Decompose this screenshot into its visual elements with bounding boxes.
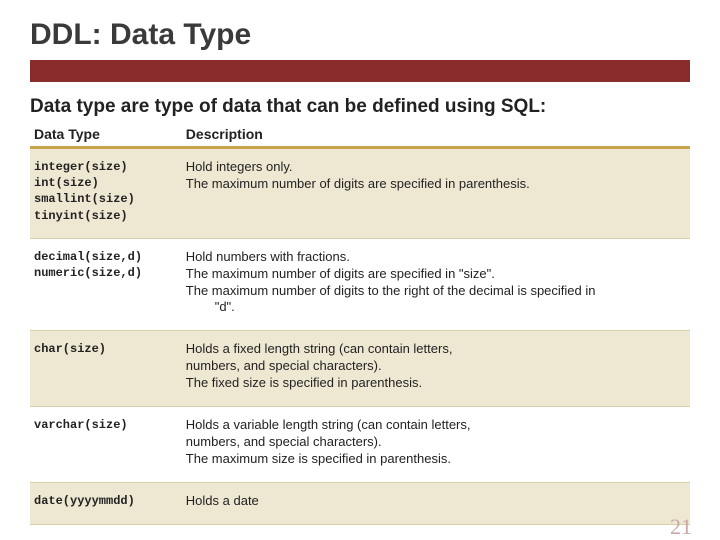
cell-type: integer(size) int(size) smallint(size) t… xyxy=(30,148,182,239)
table-row: varchar(size) Holds a variable length st… xyxy=(30,406,690,482)
page-number: 21 xyxy=(670,514,692,540)
table-header-desc: Description xyxy=(182,122,690,148)
table-header-row: Data Type Description xyxy=(30,122,690,148)
table-row: date(yyyymmdd) Holds a date xyxy=(30,482,690,524)
cell-type: date(yyyymmdd) xyxy=(30,482,182,524)
cell-desc: Holds a variable length string (can cont… xyxy=(182,406,690,482)
cell-desc: Hold integers only. The maximum number o… xyxy=(182,148,690,239)
slide-subtitle: Data type are type of data that can be d… xyxy=(30,96,690,118)
cell-type: decimal(size,d) numeric(size,d) xyxy=(30,238,182,331)
slide-content: DDL: Data Type Data type are type of dat… xyxy=(0,0,720,525)
table-row: char(size) Holds a fixed length string (… xyxy=(30,331,690,407)
cell-desc: Holds a fixed length string (can contain… xyxy=(182,331,690,407)
table-header-type: Data Type xyxy=(30,122,182,148)
accent-bar xyxy=(30,60,690,82)
cell-desc: Holds a date xyxy=(182,482,690,524)
slide-title: DDL: Data Type xyxy=(30,18,690,52)
table-row: decimal(size,d) numeric(size,d) Hold num… xyxy=(30,238,690,331)
cell-type: varchar(size) xyxy=(30,406,182,482)
data-type-table: Data Type Description integer(size) int(… xyxy=(30,122,690,525)
table-row: integer(size) int(size) smallint(size) t… xyxy=(30,148,690,239)
cell-desc: Hold numbers with fractions. The maximum… xyxy=(182,238,690,331)
cell-type: char(size) xyxy=(30,331,182,407)
